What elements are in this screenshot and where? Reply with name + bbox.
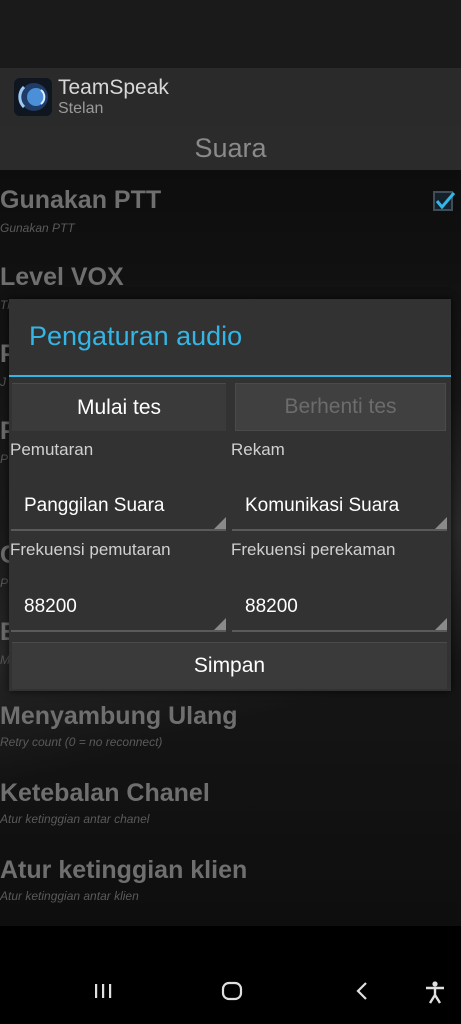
pref-title: Menyambung Ulang bbox=[0, 702, 238, 730]
record-freq-spinner[interactable]: 88200 bbox=[232, 584, 447, 632]
record-freq-value: 88200 bbox=[245, 596, 298, 617]
pref-title: Ketebalan Chanel bbox=[0, 779, 210, 807]
section-title: Suara bbox=[194, 133, 267, 163]
playback-value: Panggilan Suara bbox=[24, 495, 165, 516]
teamspeak-logo-icon[interactable] bbox=[14, 78, 52, 116]
dialog-divider bbox=[9, 375, 451, 377]
dropdown-arrow-icon bbox=[214, 517, 226, 529]
home-icon[interactable] bbox=[220, 980, 244, 1007]
pref-summary: Gunakan PTT bbox=[0, 221, 75, 235]
recent-apps-icon[interactable] bbox=[92, 980, 114, 1007]
playback-freq-label: Frekuensi pemutaran bbox=[10, 540, 171, 559]
pref-summary: P bbox=[0, 452, 9, 466]
pref-summary: J bbox=[0, 375, 6, 389]
playback-spinner[interactable]: Panggilan Suara bbox=[11, 483, 226, 531]
record-value: Komunikasi Suara bbox=[245, 495, 400, 516]
action-bar: TeamSpeak Stelan bbox=[0, 68, 461, 126]
section-header: Suara bbox=[0, 126, 461, 170]
start-test-button[interactable]: Mulai tes bbox=[12, 383, 226, 431]
record-label: Rekam bbox=[231, 440, 285, 459]
navigation-bar bbox=[0, 926, 461, 1024]
pref-title: Gunakan PTT bbox=[0, 186, 162, 214]
dropdown-arrow-icon bbox=[435, 618, 447, 630]
accessibility-icon[interactable] bbox=[424, 980, 446, 1009]
playback-label: Pemutaran bbox=[10, 440, 94, 459]
pref-client-height[interactable]: Atur ketinggian klien Atur ketinggian an… bbox=[0, 833, 461, 910]
dropdown-arrow-icon bbox=[214, 618, 226, 630]
pref-use-ptt[interactable]: Gunakan PTT Gunakan PTT bbox=[0, 170, 461, 247]
save-button[interactable]: Simpan bbox=[12, 642, 447, 689]
status-bar bbox=[0, 0, 461, 68]
pref-channel-height[interactable]: Ketebalan Chanel Atur ketinggian antar c… bbox=[0, 756, 461, 833]
dialog-title: Pengaturan audio bbox=[29, 321, 243, 351]
stop-test-button[interactable]: Berhenti tes bbox=[235, 383, 446, 431]
app-title: TeamSpeak bbox=[58, 76, 169, 99]
playback-freq-value: 88200 bbox=[24, 596, 77, 617]
checkbox-checked-icon[interactable] bbox=[433, 191, 456, 211]
pref-summary: P bbox=[0, 576, 9, 590]
playback-freq-spinner[interactable]: 88200 bbox=[11, 584, 226, 632]
pref-summary: Atur ketinggian antar chanel bbox=[0, 812, 150, 826]
pref-summary: Retry count (0 = no reconnect) bbox=[0, 735, 163, 749]
back-icon[interactable] bbox=[352, 980, 372, 1007]
dropdown-arrow-icon bbox=[435, 517, 447, 529]
app-subtitle: Stelan bbox=[58, 100, 104, 117]
record-freq-label: Frekuensi perekaman bbox=[231, 540, 396, 559]
audio-settings-dialog: Pengaturan audio Mulai tes Berhenti tes … bbox=[9, 299, 451, 691]
pref-summary: Atur ketinggian antar klien bbox=[0, 889, 139, 903]
pref-title: Level VOX bbox=[0, 263, 124, 291]
record-spinner[interactable]: Komunikasi Suara bbox=[232, 483, 447, 531]
pref-title: Atur ketinggian klien bbox=[0, 856, 248, 884]
